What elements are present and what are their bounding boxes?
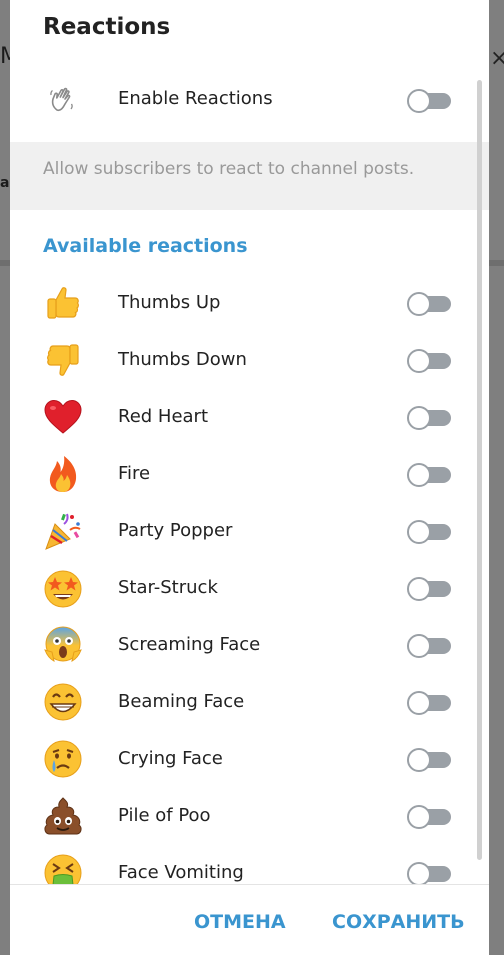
cancel-button[interactable]: ОТМЕНА <box>194 911 286 933</box>
toggle-knob <box>407 292 431 316</box>
reaction-toggle[interactable] <box>407 688 453 716</box>
crying-face-icon <box>44 740 82 778</box>
waving-hand-icon <box>50 87 73 112</box>
reaction-label: Face Vomiting <box>118 862 244 883</box>
info-text: Allow subscribers to react to channel po… <box>43 159 415 179</box>
background-divider <box>0 260 10 266</box>
save-button[interactable]: СОХРАНИТЬ <box>332 911 465 933</box>
reaction-label: Pile of Poo <box>118 805 211 826</box>
reaction-label: Thumbs Down <box>118 349 247 370</box>
reaction-label: Crying Face <box>118 748 223 769</box>
fire-icon <box>49 456 77 492</box>
toggle-knob <box>407 805 431 829</box>
reaction-toggle[interactable] <box>407 745 453 773</box>
party-popper-icon <box>45 513 81 550</box>
reaction-label: Fire <box>118 463 151 484</box>
reaction-row-party-popper[interactable]: Party Popper <box>10 502 489 559</box>
reaction-row-thumbs-up[interactable]: Thumbs Up <box>10 274 489 331</box>
reaction-label: Party Popper <box>118 520 233 541</box>
dialog-footer: ОТМЕНА СОХРАНИТЬ <box>10 884 489 955</box>
toggle-knob <box>407 406 431 430</box>
toggle-knob <box>407 862 431 886</box>
reaction-row-beaming-face[interactable]: Beaming Face <box>10 673 489 730</box>
background-close-icon: × <box>490 46 504 71</box>
pile-of-poo-icon <box>44 797 82 835</box>
toggle-knob <box>407 463 431 487</box>
reaction-row-red-heart[interactable]: Red Heart <box>10 388 489 445</box>
toggle-knob <box>407 691 431 715</box>
reaction-label: Thumbs Up <box>118 292 221 313</box>
reaction-toggle[interactable] <box>407 802 453 830</box>
dialog-title: Reactions <box>43 14 171 40</box>
background-divider <box>489 260 504 266</box>
reaction-row-star-struck[interactable]: Star-Struck <box>10 559 489 616</box>
thumbs-up-icon <box>47 287 79 319</box>
toggle-knob <box>407 748 431 772</box>
background-title-fragment: M <box>0 44 10 69</box>
reaction-toggle[interactable] <box>407 859 453 887</box>
background-text-fragment: a <box>0 175 10 191</box>
reaction-row-thumbs-down[interactable]: Thumbs Down <box>10 331 489 388</box>
reaction-row-fire[interactable]: Fire <box>10 445 489 502</box>
screaming-face-icon <box>44 626 82 662</box>
red-heart-icon <box>44 399 82 434</box>
section-header: Available reactions <box>43 235 248 257</box>
reaction-label: Screaming Face <box>118 634 261 655</box>
enable-reactions-toggle[interactable] <box>407 86 453 114</box>
reaction-toggle[interactable] <box>407 460 453 488</box>
reaction-row-crying-face[interactable]: Crying Face <box>10 730 489 787</box>
toggle-knob <box>407 577 431 601</box>
reaction-row-screaming-face[interactable]: Screaming Face <box>10 616 489 673</box>
toggle-knob <box>407 520 431 544</box>
enable-reactions-row[interactable]: Enable Reactions <box>10 72 489 128</box>
reaction-toggle[interactable] <box>407 403 453 431</box>
reaction-label: Star-Struck <box>118 577 218 598</box>
reaction-toggle[interactable] <box>407 574 453 602</box>
reaction-label: Red Heart <box>118 406 209 427</box>
beaming-face-icon <box>44 683 82 721</box>
thumbs-down-icon <box>47 344 79 376</box>
info-block: Allow subscribers to react to channel po… <box>10 142 489 210</box>
reaction-row-pile-of-poo[interactable]: Pile of Poo <box>10 787 489 844</box>
toggle-knob <box>407 349 431 373</box>
reaction-toggle[interactable] <box>407 631 453 659</box>
enable-reactions-label: Enable Reactions <box>118 88 273 109</box>
reaction-label: Beaming Face <box>118 691 245 712</box>
reactions-dialog: Reactions Enable Reactions Allow subscri… <box>10 0 489 955</box>
star-struck-icon <box>44 570 82 608</box>
toggle-knob <box>407 89 431 113</box>
reaction-toggle[interactable] <box>407 289 453 317</box>
scrollbar[interactable] <box>477 80 482 860</box>
reaction-toggle[interactable] <box>407 346 453 374</box>
reaction-toggle[interactable] <box>407 517 453 545</box>
toggle-knob <box>407 634 431 658</box>
